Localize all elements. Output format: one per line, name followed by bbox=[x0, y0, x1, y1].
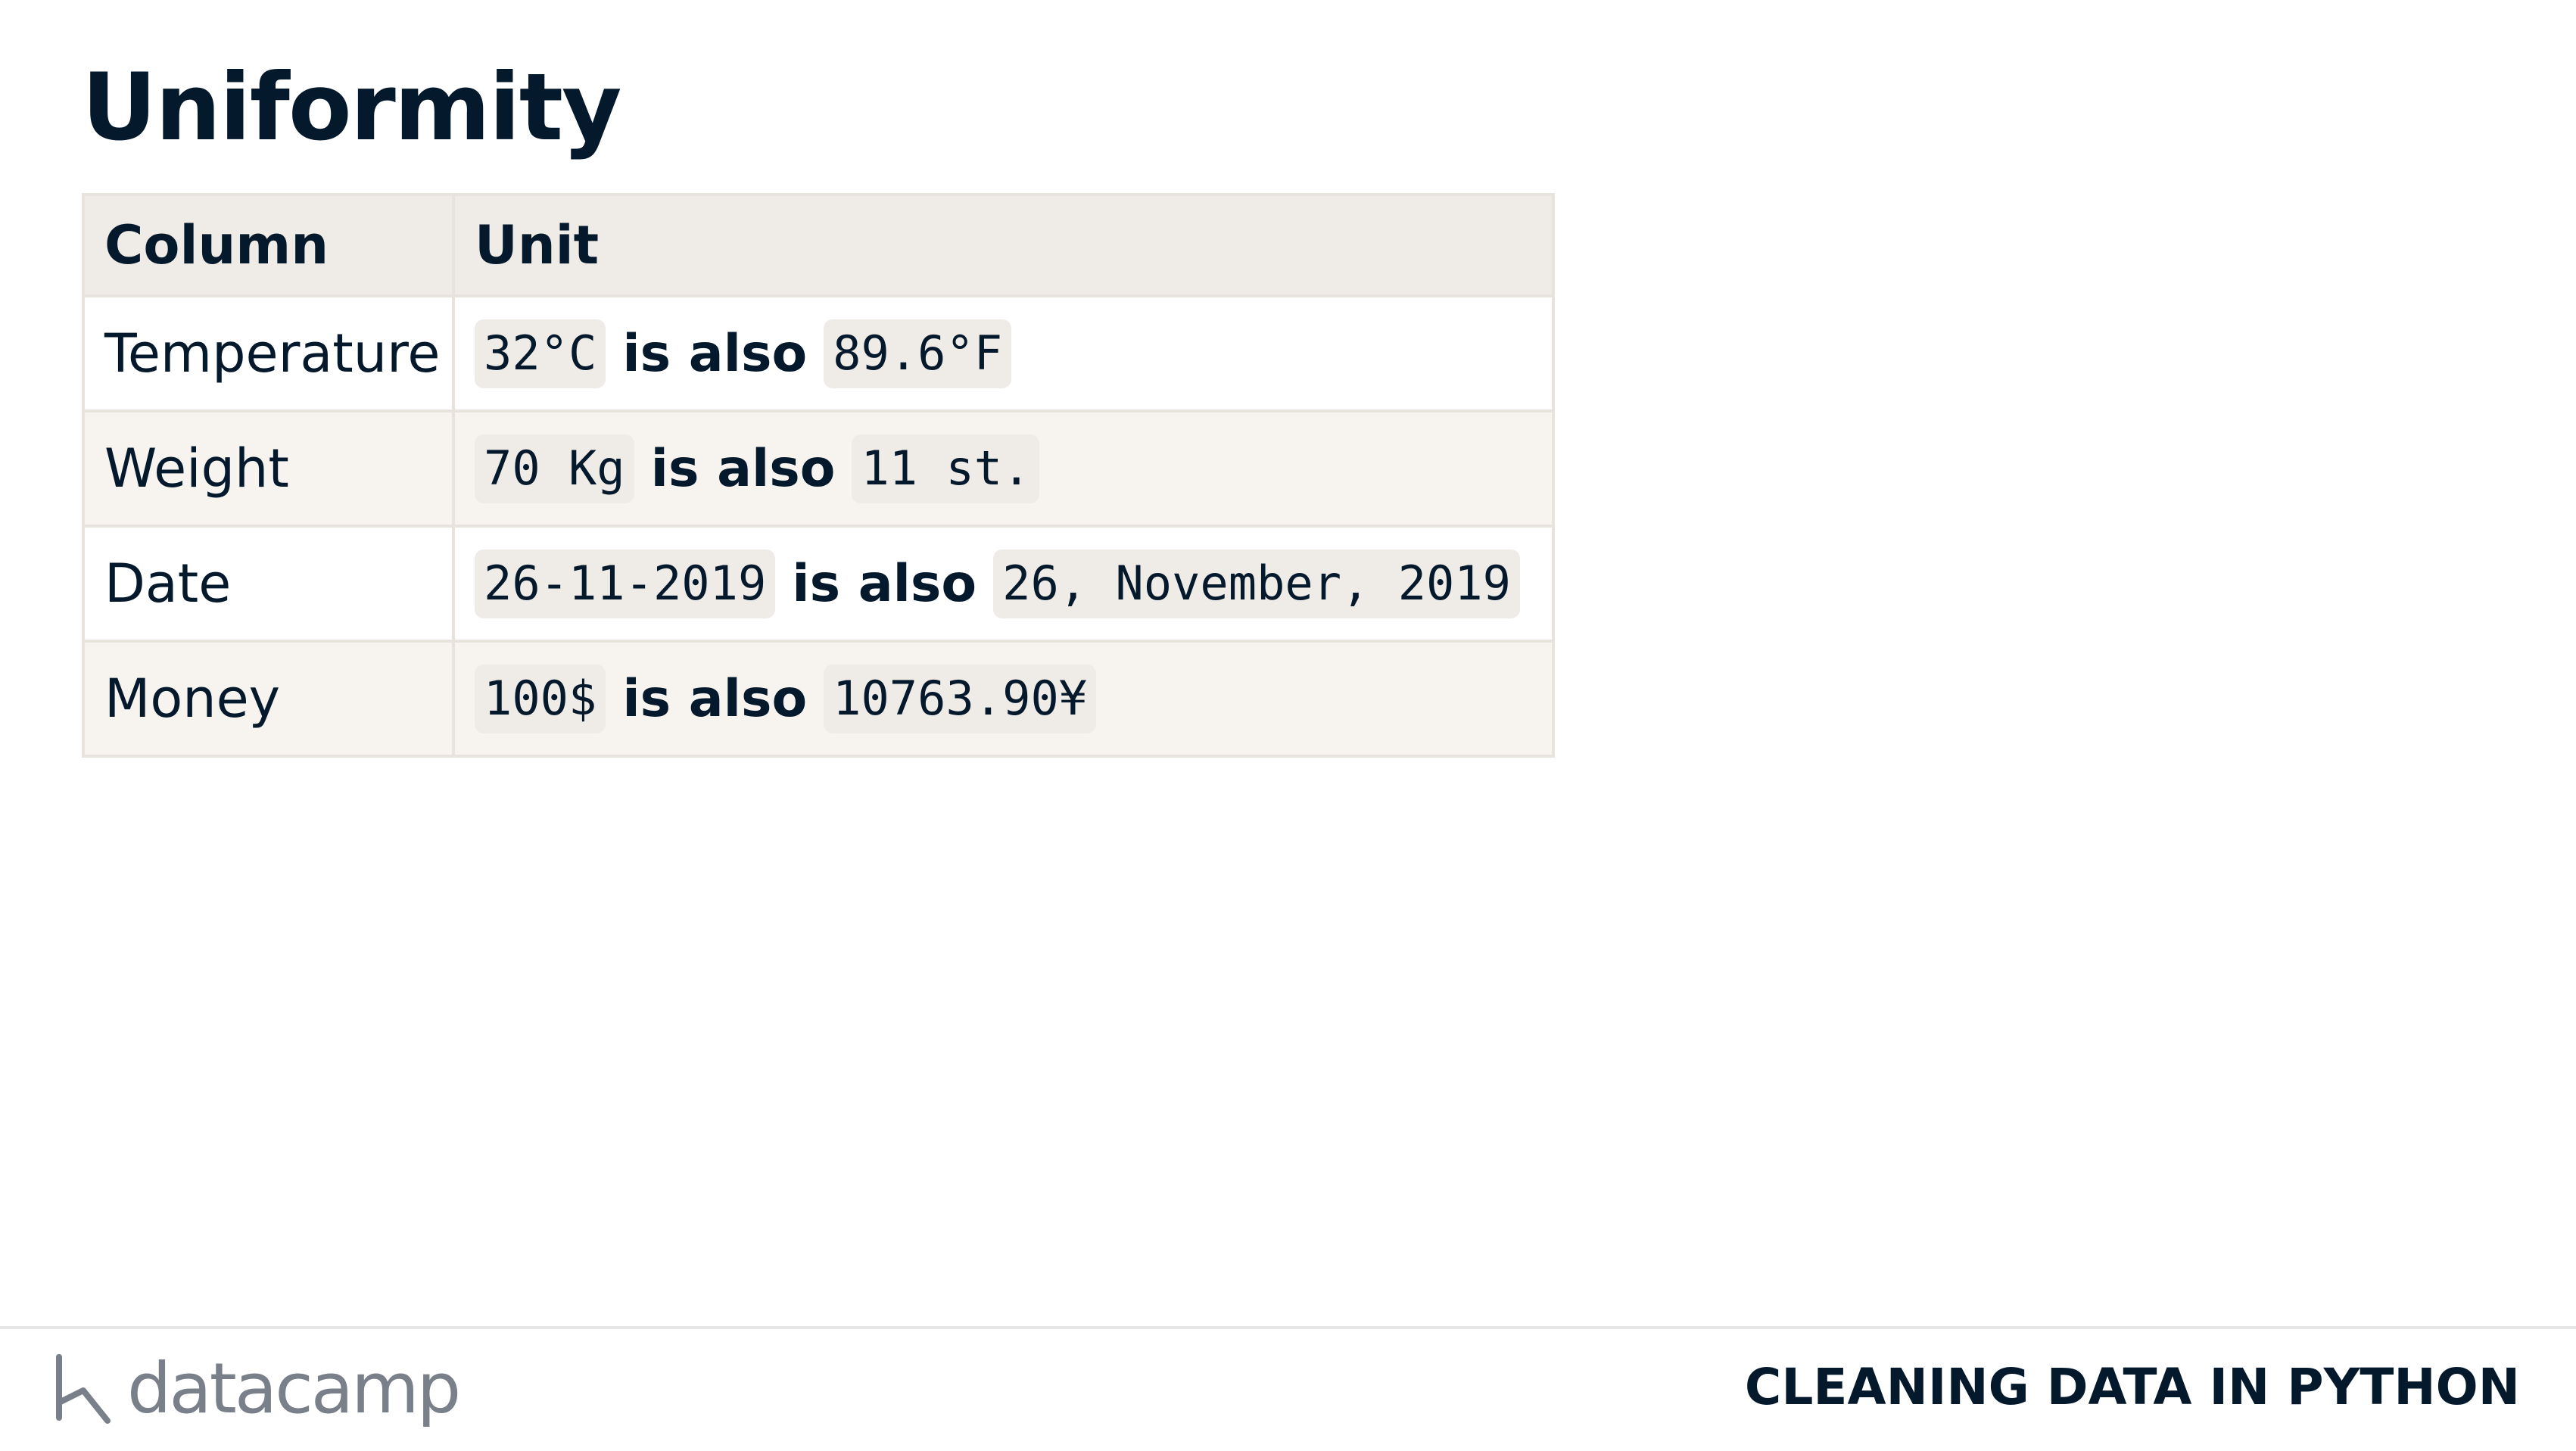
header-unit: Unit bbox=[452, 193, 1555, 297]
uniformity-table: Column Unit Temperature 32°C is also 89.6°… bbox=[82, 193, 1555, 758]
table-header-row: Column Unit bbox=[82, 193, 1555, 297]
datacamp-logo-icon bbox=[56, 1354, 111, 1424]
footer-divider bbox=[0, 1326, 2576, 1329]
unit-joiner: is also bbox=[650, 438, 836, 499]
row-column-name: Money bbox=[82, 640, 455, 758]
datacamp-logo: datacamp bbox=[53, 1347, 461, 1431]
unit-value-b: 11 st. bbox=[852, 434, 1040, 503]
row-column-name: Date bbox=[82, 525, 455, 643]
row-unit-cell: 26-11-2019 is also 26, November, 2019 bbox=[452, 525, 1555, 643]
header-column: Column bbox=[82, 193, 455, 297]
course-title: CLEANING DATA IN PYTHON bbox=[1744, 1358, 2520, 1416]
row-column-name: Temperature bbox=[82, 294, 455, 413]
unit-value-b: 26, November, 2019 bbox=[993, 550, 1521, 618]
unit-value-a: 70 Kg bbox=[475, 434, 634, 503]
unit-value-a: 32°C bbox=[475, 319, 606, 388]
row-unit-cell: 32°C is also 89.6°F bbox=[452, 294, 1555, 413]
unit-joiner: is also bbox=[622, 323, 808, 384]
slide-title: Uniformity bbox=[82, 54, 622, 161]
unit-value-b: 89.6°F bbox=[824, 319, 1012, 388]
row-unit-cell: 100$ is also 10763.90¥ bbox=[452, 640, 1555, 758]
table-row: Temperature 32°C is also 89.6°F bbox=[82, 294, 1555, 413]
unit-joiner: is also bbox=[622, 668, 808, 729]
unit-joiner: is also bbox=[792, 553, 977, 614]
table-row: Money 100$ is also 10763.90¥ bbox=[82, 640, 1555, 758]
unit-value-b: 10763.90¥ bbox=[824, 665, 1097, 733]
brand-name: datacamp bbox=[127, 1348, 461, 1429]
row-column-name: Weight bbox=[82, 409, 455, 528]
unit-value-a: 100$ bbox=[475, 665, 606, 733]
table-row: Date 26-11-2019 is also 26, November, 2019 bbox=[82, 525, 1555, 643]
row-unit-cell: 70 Kg is also 11 st. bbox=[452, 409, 1555, 528]
table-row: Weight 70 Kg is also 11 st. bbox=[82, 409, 1555, 528]
unit-value-a: 26-11-2019 bbox=[475, 550, 776, 618]
